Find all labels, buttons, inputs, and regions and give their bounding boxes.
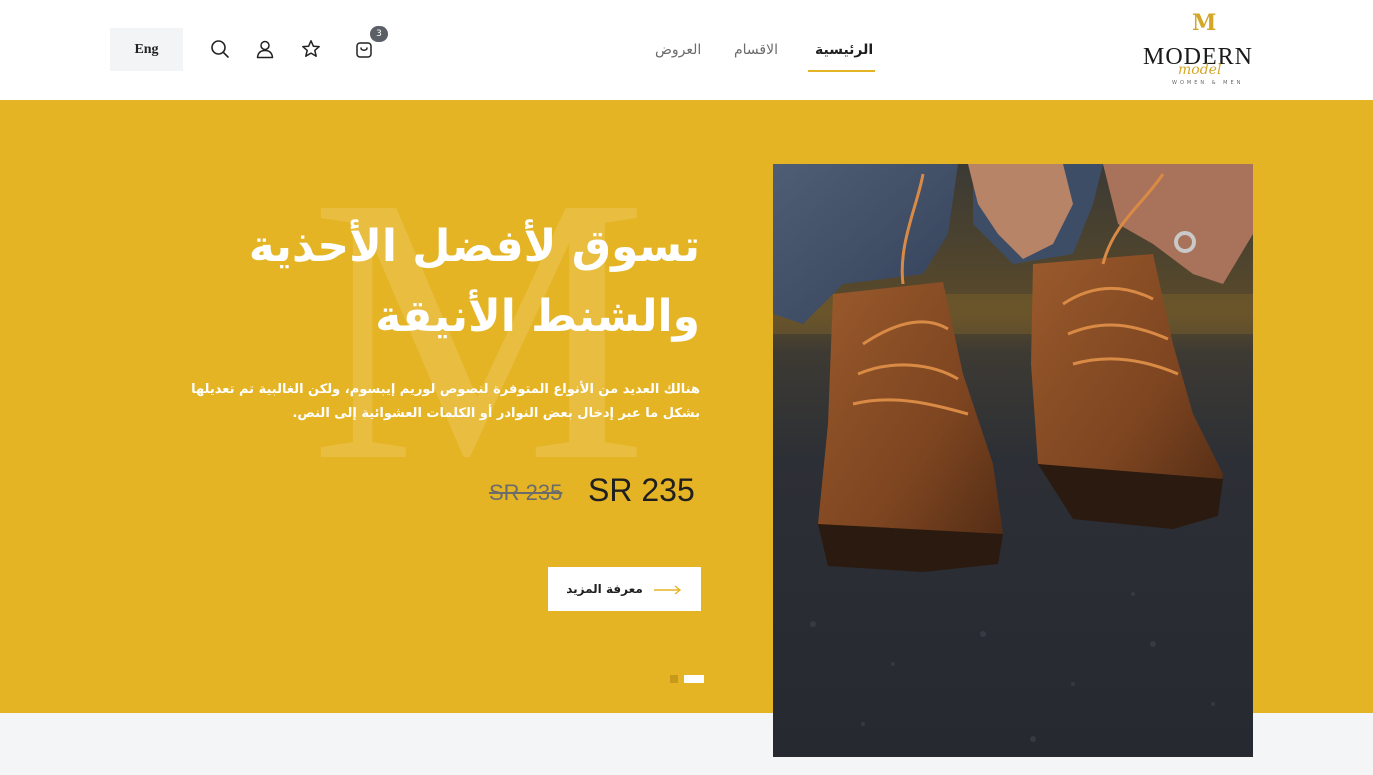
slider-dot[interactable] [670,675,678,683]
brand-logo[interactable]: M MODERN model WOMEN & MEN [1140,10,1280,90]
logo-tagline: WOMEN & MEN [1172,80,1244,86]
site-header: Eng 3 العروض الاقسام الرئيسية M MODERN m… [0,0,1373,100]
search-icon[interactable] [209,38,231,60]
hero-product-image [773,164,1253,757]
current-price: SR 235 [588,472,695,508]
user-icon[interactable] [254,38,276,60]
cart-icon[interactable] [353,38,375,60]
hero-title: تسوق لأفضل الأحذية والشنط الأنيقة [248,221,700,342]
nav-categories[interactable]: الاقسام [734,42,778,58]
learn-more-button[interactable]: معرفة المزيد [548,567,701,611]
logo-monogram: M [1192,10,1216,36]
learn-more-label: معرفة المزيد [566,582,643,596]
nav-offers[interactable]: العروض [655,42,701,58]
slider-dot-active[interactable] [684,675,704,683]
language-switch-button[interactable]: Eng [110,28,183,71]
hero-description: هنالك العديد من الأنواع المتوفرة لنصوص ل… [191,382,700,421]
logo-script: model [1178,62,1222,78]
nav-active-indicator [808,70,875,72]
arrow-right-icon [653,580,683,599]
star-icon[interactable] [300,38,322,60]
nav-home[interactable]: الرئيسية [815,42,873,58]
cart-count-badge: 3 [370,26,388,42]
old-price: SR 235 [489,480,563,505]
